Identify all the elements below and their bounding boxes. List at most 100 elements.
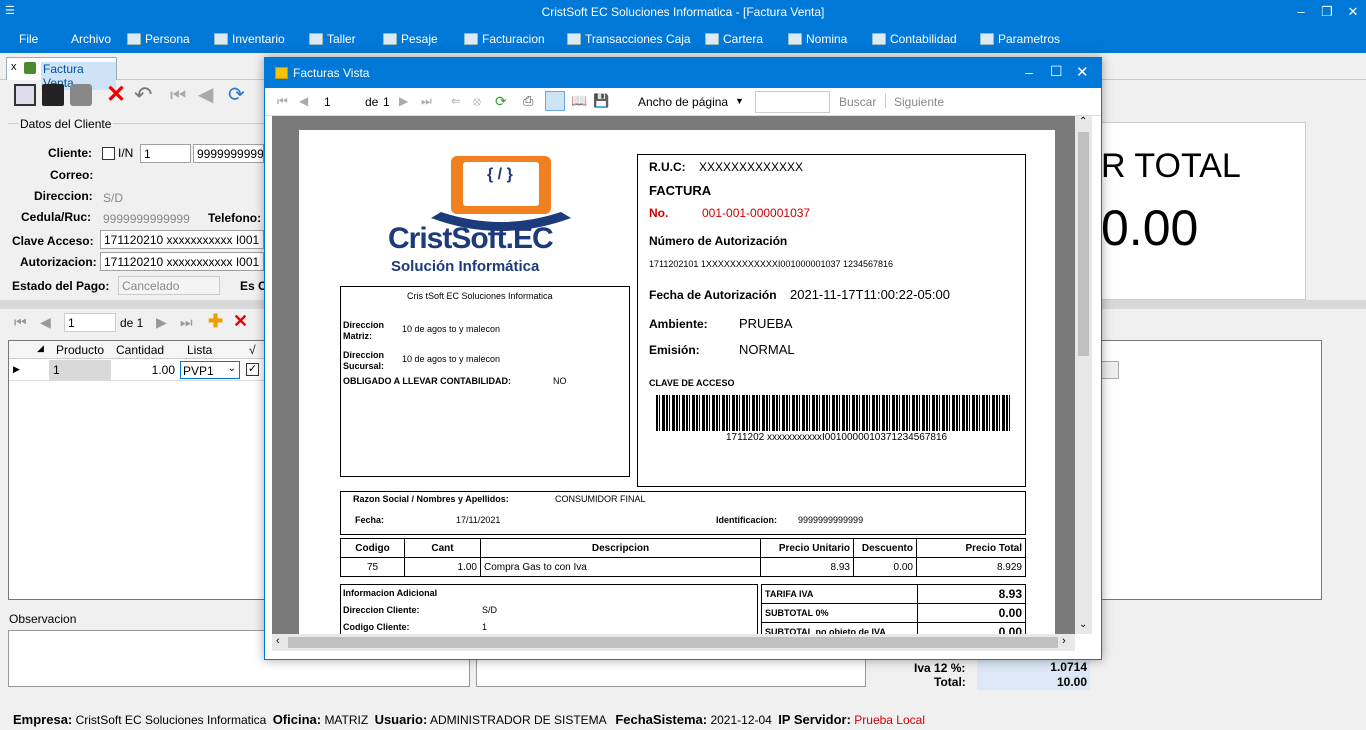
cartera-icon [705,33,719,45]
scroll-left-icon[interactable]: ‹ [276,635,280,647]
cell-lista-select[interactable]: PVP1 ⌄ [180,361,240,379]
autorizacion-input[interactable]: 171120210 xxxxxxxxxxx I001 [100,252,264,271]
cliente-id-input[interactable]: 1 [140,144,191,163]
menu-bar: File Archivo Persona Inventario Taller P… [0,24,1366,53]
report-last-icon[interactable]: ⏭ [421,94,432,109]
direccion-value: S/D [103,191,124,205]
prev-icon[interactable]: ◀ [40,314,51,331]
previous-record-icon[interactable]: ◀ [198,84,220,106]
report-find-input[interactable] [755,91,830,113]
detail-page-input[interactable]: 1 [64,313,116,332]
report-first-icon[interactable]: ⏮ [277,94,288,109]
menu-parametros[interactable]: Parametros [980,32,1060,46]
restore-icon[interactable]: ❐ [1313,0,1341,24]
cedula-value: 9999999999999 [103,212,190,226]
scroll-up-icon[interactable]: ⌃ [1079,116,1087,127]
tab-factura-venta[interactable]: x Factura Venta [6,57,117,90]
clave-acceso-input[interactable]: 171120210 xxxxxxxxxxx I001 [100,230,264,249]
menu-taller[interactable]: Taller [309,32,356,46]
in-checkbox[interactable] [102,147,115,160]
company-logo: { / } [411,152,591,232]
new-icon[interactable] [14,84,36,106]
menu-inventario[interactable]: Inventario [214,32,285,46]
report-next-icon[interactable]: ▶ [399,94,408,108]
report-print-layout-icon[interactable] [545,91,565,111]
report-page-setup-icon[interactable]: 📖 [571,93,587,109]
next-icon[interactable]: ▶ [156,314,167,331]
report-horizontal-scrollbar[interactable]: ‹ › [272,634,1075,651]
report-total-pages: 1 [383,95,390,109]
report-viewport[interactable]: { / } CristSoft.EC Solución Informática … [272,116,1092,634]
direccion-cliente: S/D [482,605,498,615]
facturas-vista-dialog: Facturas Vista – ☐ ✕ ⏮ ◀ 1 de 1 ▶ ⏭ ⇐ ⦻ … [264,57,1102,660]
report-next-button[interactable]: Siguiente [894,95,944,109]
es-label: Es C [240,279,267,293]
iva-value: 1.0714 [977,660,1090,675]
report-vertical-scrollbar[interactable]: ⌃ ⌄ [1075,116,1092,634]
dialog-close-icon[interactable]: ✕ [1076,63,1089,81]
menu-pesaje[interactable]: Pesaje [383,32,438,46]
report-page-input[interactable]: 1 [320,92,362,111]
first-record-icon[interactable]: ⏮ [170,84,192,106]
menu-transacciones-caja[interactable]: Transacciones Caja [567,32,691,46]
print-icon[interactable] [70,84,92,106]
last-icon[interactable]: ⏭ [180,314,193,331]
menu-nomina[interactable]: Nomina [788,32,847,46]
direccion-label: Direccion: [34,189,93,203]
right-grid-cell[interactable] [1101,361,1119,379]
invoice-number-label: No. [649,206,669,220]
menu-cartera[interactable]: Cartera [705,32,763,46]
add-row-icon[interactable]: ✚ [208,311,223,332]
first-icon[interactable]: ⏮ [14,314,27,331]
header-lista[interactable]: Lista [187,343,212,357]
direccion-matriz: 10 de agos to y malecon [402,324,501,334]
menu-facturacion[interactable]: Facturacion [464,32,545,46]
report-print-icon[interactable]: ⎙ [523,93,533,109]
header-producto[interactable]: Producto [56,343,104,357]
logo-laptop-graphic [431,156,571,231]
company-name: Cris tSoft EC Soluciones Informatica [407,291,553,301]
direccion-sucursal: 10 de agos to y malecon [402,354,501,364]
report-prev-icon[interactable]: ◀ [299,94,308,108]
report-back-icon[interactable]: ⇐ [451,94,461,108]
dialog-minimize-icon[interactable]: – [1025,64,1033,80]
refresh-icon[interactable]: ⟳ [228,84,250,106]
logo-main-text: CristSoft.EC [388,222,554,255]
tab-close-button[interactable]: x [11,61,17,73]
cell-cantidad[interactable]: 1.00 [111,360,179,380]
header-check[interactable]: √ [249,343,256,357]
dialog-maximize-icon[interactable]: ☐ [1050,63,1063,80]
report-refresh-icon[interactable]: ⟳ [495,93,507,110]
cedula-label: Cedula/Ruc: [21,210,92,224]
menu-persona[interactable]: Persona [127,32,190,46]
report-stop-icon[interactable]: ⦻ [473,94,481,109]
cell-check-checkbox[interactable]: ✓ [246,363,259,376]
usuario-label: Usuario: [374,712,428,727]
inventario-icon [214,33,228,45]
report-zoom-select[interactable]: Ancho de página [638,95,728,109]
scroll-right-icon[interactable]: › [1062,635,1066,647]
report-export-icon[interactable]: 💾 [593,93,609,109]
total-display-value: 0.00 [1101,200,1199,256]
header-cantidad[interactable]: Cantidad [116,343,164,357]
menu-contabilidad[interactable]: Contabilidad [872,32,957,46]
save-icon[interactable] [42,84,64,106]
scroll-down-icon[interactable]: ⌄ [1079,619,1087,630]
identificacion-label: Identificacion: [716,515,778,525]
cell-producto[interactable]: 1 [49,360,111,380]
delete-row-icon[interactable]: ✕ [233,311,248,332]
menu-file[interactable]: File [19,32,38,46]
close-icon[interactable]: ✕ [1339,0,1366,24]
minimize-icon[interactable]: – [1287,0,1315,24]
detail-navigator: ⏮ ◀ 1 de 1 ▶ ⏭ ✚ ✕ [8,311,268,335]
undo-icon[interactable]: ↶ [134,84,156,106]
horizontal-scroll-thumb[interactable] [288,637,1058,648]
cliente-ruc-input[interactable]: 9999999999999 [193,144,264,163]
right-grid[interactable] [1100,340,1322,600]
table-row[interactable]: ▶ 1 1.00 PVP1 ⌄ ✓ [9,360,267,381]
detail-grid[interactable]: ◢ Producto Cantidad Lista √ ▶ 1 1.00 PVP… [8,340,268,600]
menu-archivo[interactable]: Archivo [71,32,111,46]
delete-icon[interactable]: ✕ [106,83,128,107]
report-find-button[interactable]: Buscar [839,95,876,109]
vertical-scroll-thumb[interactable] [1078,132,1089,356]
